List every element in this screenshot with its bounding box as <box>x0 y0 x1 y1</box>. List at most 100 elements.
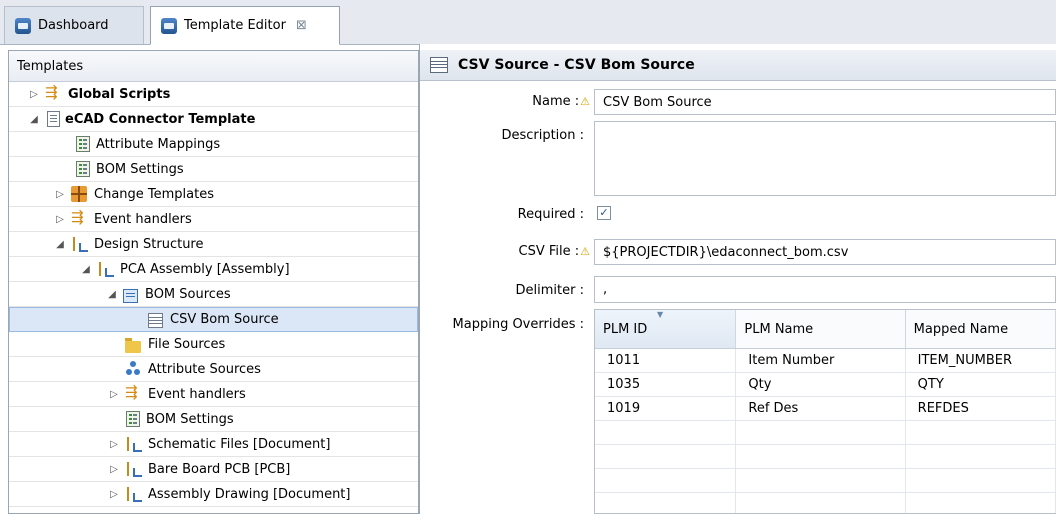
cell-mapped-name: QTY <box>906 373 1056 396</box>
list-icon <box>76 136 90 152</box>
collapse-icon[interactable]: ◢ <box>27 114 41 125</box>
mapping-overrides-label: Mapping Overrides : <box>452 317 584 332</box>
empty-table-row <box>595 469 1056 493</box>
tree-item-attribute-sources[interactable]: Attribute Sources <box>9 357 418 382</box>
grid-icon <box>71 186 87 202</box>
tree-item-event-handlers[interactable]: ▷ Event handlers <box>9 207 418 232</box>
tree-item-file-sources[interactable]: File Sources <box>9 332 418 357</box>
cell-plm-id: 1035 <box>595 373 737 396</box>
tree-item-csv-bom-source[interactable]: CSV Bom Source <box>9 307 418 332</box>
tree-item-label: BOM Settings <box>146 411 234 427</box>
empty-table-row <box>595 421 1056 445</box>
cell-plm-name: Item Number <box>736 349 906 372</box>
tree-item-bom-settings-pca[interactable]: BOM Settings <box>9 407 418 432</box>
column-header-plm-id[interactable]: PLM ID ▼ <box>595 310 737 348</box>
column-header-mapped-name[interactable]: Mapped Name <box>906 310 1056 348</box>
expand-icon[interactable]: ▷ <box>107 389 121 400</box>
tab-label: Template Editor <box>184 18 286 33</box>
expand-icon[interactable]: ▷ <box>27 89 41 100</box>
warning-icon: ⚠ <box>580 95 590 108</box>
tree-item-label: CSV Bom Source <box>170 312 279 327</box>
close-icon[interactable]: ⊠ <box>296 18 307 33</box>
templates-panel-header: Templates <box>9 51 418 82</box>
tree-item-label: Assembly Drawing [Document] <box>148 486 351 502</box>
expand-icon[interactable]: ▷ <box>107 489 121 500</box>
expand-icon[interactable]: ▷ <box>53 214 67 225</box>
table-header-row: PLM ID ▼ PLM Name Mapped Name <box>595 310 1056 349</box>
list-icon <box>76 161 90 177</box>
tree-item-label: PCA Assembly [Assembly] <box>120 261 290 277</box>
editor-tab-bar: Dashboard Template Editor ⊠ <box>0 0 1056 45</box>
csv-file-field[interactable] <box>594 239 1056 265</box>
tree-item-bare-board-pcb[interactable]: ▷ Bare Board PCB [PCB] <box>9 457 418 482</box>
tree-item-label: Bare Board PCB [PCB] <box>148 461 291 477</box>
column-header-plm-name[interactable]: PLM Name <box>736 310 906 348</box>
tree-item-event-handlers-pca[interactable]: ▷ Event handlers <box>9 382 418 407</box>
collapse-icon[interactable]: ◢ <box>79 264 93 275</box>
tree-item-label: BOM Settings <box>96 161 184 177</box>
table-row[interactable]: 1011 Item Number ITEM_NUMBER <box>595 349 1056 373</box>
tree-item-label: Event handlers <box>148 386 246 402</box>
tree-item-label: Event handlers <box>94 211 192 227</box>
tree-item-assembly-drawing[interactable]: ▷ Assembly Drawing [Document] <box>9 482 418 507</box>
sort-indicator-icon: ▼ <box>657 310 664 319</box>
editor-title: CSV Source - CSV Bom Source <box>458 57 695 73</box>
tree-item-design-structure[interactable]: ◢ Design Structure <box>9 232 418 257</box>
description-field[interactable] <box>594 121 1056 196</box>
cell-mapped-name: ITEM_NUMBER <box>906 349 1056 372</box>
cell-plm-id: 1011 <box>595 349 737 372</box>
cell-plm-name: Qty <box>736 373 906 396</box>
tree-item-bom-sources[interactable]: ◢ BOM Sources <box>9 282 418 307</box>
tree-item-pca-assembly[interactable]: ◢ PCA Assembly [Assembly] <box>9 257 418 282</box>
mapping-overrides-table[interactable]: PLM ID ▼ PLM Name Mapped Name 1011 Item … <box>594 309 1056 514</box>
tree-item-label: Attribute Sources <box>148 361 261 377</box>
required-checkbox[interactable]: ✓ <box>597 206 611 220</box>
tree-item-label: Attribute Mappings <box>96 136 221 152</box>
structure-icon <box>97 261 114 277</box>
collapse-icon[interactable]: ◢ <box>53 239 67 250</box>
script-icon <box>45 83 61 102</box>
tab-label: Dashboard <box>38 18 109 33</box>
tree-item-schematic-files[interactable]: ▷ Schematic Files [Document] <box>9 432 418 457</box>
tree-item-global-scripts[interactable]: ▷ Global Scripts <box>9 82 418 107</box>
cell-mapped-name: REFDES <box>906 397 1056 420</box>
expand-icon[interactable]: ▷ <box>107 464 121 475</box>
delimiter-field[interactable] <box>594 276 1056 303</box>
bom-source-icon <box>123 289 138 303</box>
tab-dashboard[interactable]: Dashboard <box>4 6 144 44</box>
csv-file-label: CSV File :⚠ <box>519 244 591 259</box>
tree-item-change-templates[interactable]: ▷ Change Templates <box>9 182 418 207</box>
tree-item-attribute-mappings[interactable]: Attribute Mappings <box>9 132 418 157</box>
csv-file-label-text: CSV File : <box>518 244 580 259</box>
tree-item-ecad-connector-template[interactable]: ◢ eCAD Connector Template <box>9 107 418 132</box>
tree-item-label: Change Templates <box>94 186 214 202</box>
dashboard-icon <box>15 17 31 34</box>
template-editor-icon <box>161 17 177 34</box>
document-icon <box>47 111 60 127</box>
name-label: Name :⚠ <box>532 94 590 109</box>
tree-item-label: BOM Sources <box>145 286 231 302</box>
cell-plm-name: Ref Des <box>736 397 906 420</box>
tree-item-label: Schematic Files [Document] <box>148 436 331 452</box>
structure-icon <box>125 436 142 452</box>
table-row[interactable]: 1019 Ref Des REFDES <box>595 397 1056 421</box>
tree-item-bom-settings[interactable]: BOM Settings <box>9 157 418 182</box>
tab-template-editor[interactable]: Template Editor ⊠ <box>150 6 340 45</box>
empty-table-row <box>595 493 1056 513</box>
script-icon <box>125 383 141 402</box>
tree-item-label: File Sources <box>148 336 226 352</box>
tree-item-label: Design Structure <box>94 236 204 252</box>
name-field[interactable] <box>594 89 1056 115</box>
cell-plm-id: 1019 <box>595 397 737 420</box>
list-icon <box>126 411 140 427</box>
warning-icon: ⚠ <box>580 245 590 258</box>
table-icon <box>148 313 163 328</box>
structure-icon <box>125 461 142 477</box>
attribute-icon <box>125 361 141 377</box>
table-row[interactable]: 1035 Qty QTY <box>595 373 1056 397</box>
collapse-icon[interactable]: ◢ <box>105 289 119 300</box>
expand-icon[interactable]: ▷ <box>107 439 121 450</box>
description-label: Description : <box>501 128 584 143</box>
expand-icon[interactable]: ▷ <box>53 189 67 200</box>
delimiter-label: Delimiter : <box>515 283 584 298</box>
